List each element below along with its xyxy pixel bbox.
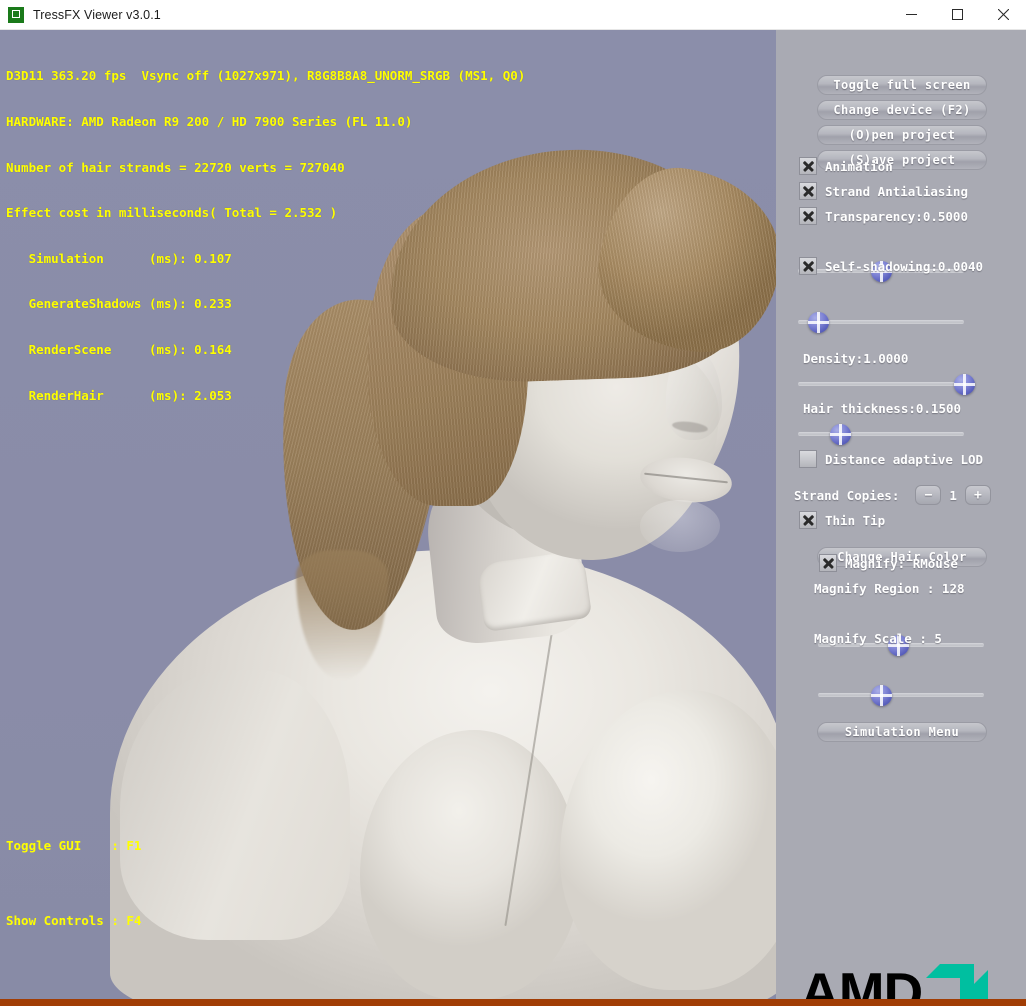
distance-adaptive-lod-row[interactable]: Distance adaptive LOD <box>799 450 983 468</box>
thin-tip-label: Thin Tip <box>825 512 886 528</box>
density-slider-track <box>798 382 964 386</box>
animation-checkbox[interactable] <box>799 157 817 175</box>
character-chin <box>640 500 720 552</box>
open-project-button[interactable]: (O)pen project <box>817 125 987 145</box>
distance-adaptive-lod-label: Distance adaptive LOD <box>825 451 984 467</box>
magnify-region-label: Magnify Region : 128 <box>814 581 965 596</box>
bottom-accent-strip <box>0 999 1026 1006</box>
hotkey-show-controls: Show Controls : F4 <box>6 913 142 928</box>
self-shadowing-slider[interactable] <box>798 312 964 333</box>
application-window: TressFX Viewer v3.0.1 D3D11 363.20 fps V… <box>0 0 1026 1006</box>
thin-tip-checkbox[interactable] <box>799 511 817 529</box>
magnify-row[interactable]: Magnify: RMouse <box>819 554 958 572</box>
close-button[interactable] <box>980 0 1026 30</box>
tressfx-app-icon <box>8 6 24 23</box>
hud-line-0: D3D11 363.20 fps Vsync off (1027x971), R… <box>6 68 526 84</box>
self-shadowing-label: Self-shadowing:0.0040 <box>825 258 984 274</box>
title-bar: TressFX Viewer v3.0.1 <box>0 0 1026 30</box>
hud-line-3: Effect cost in milliseconds( Total = 2.5… <box>6 205 338 221</box>
strand-antialiasing-row[interactable]: Strand Antialiasing <box>799 182 968 200</box>
hair-thickness-slider-track <box>798 432 964 436</box>
minimize-icon <box>905 14 917 15</box>
hud-line-7: RenderHair (ms): 2.053 <box>6 387 232 403</box>
client-area: D3D11 363.20 fps Vsync off (1027x971), R… <box>0 30 1026 1006</box>
transparency-checkbox[interactable] <box>799 207 817 225</box>
self-shadowing-slider-knob[interactable] <box>807 312 829 333</box>
magnify-label: Magnify: RMouse <box>845 555 958 571</box>
magnify-scale-label: Magnify Scale : 5 <box>814 631 942 646</box>
strand-copies-row: Strand Copies: − 1 + <box>794 485 991 505</box>
control-panel: Toggle full screen Change device (F2) (O… <box>776 30 1026 999</box>
toggle-full-screen-button[interactable]: Toggle full screen <box>817 75 987 95</box>
hair-thickness-slider-knob[interactable] <box>829 424 851 445</box>
hair-thickness-slider[interactable] <box>798 424 964 445</box>
hud-line-2: Number of hair strands = 22720 verts = 7… <box>6 159 345 175</box>
magnify-scale-slider[interactable] <box>818 685 984 706</box>
magnify-scale-slider-knob[interactable] <box>871 685 893 706</box>
hud-line-6: RenderScene (ms): 0.164 <box>6 342 232 358</box>
hud-line-5: GenerateShadows (ms): 0.233 <box>6 296 232 312</box>
density-slider-knob[interactable] <box>954 374 975 395</box>
simulation-menu-button[interactable]: Simulation Menu <box>817 722 987 742</box>
transparency-row[interactable]: Transparency:0.5000 <box>799 207 968 225</box>
thin-tip-row[interactable]: Thin Tip <box>799 511 885 529</box>
hud-hotkeys-overlay: Toggle GUI : F1 Show Controls : F4 <box>6 783 141 983</box>
density-slider[interactable] <box>798 374 975 395</box>
animation-row[interactable]: Animation <box>799 157 893 175</box>
density-label: Density:1.0000 <box>803 351 909 366</box>
hud-line-1: HARDWARE: AMD Radeon R9 200 / HD 7900 Se… <box>6 114 413 130</box>
strand-antialiasing-checkbox[interactable] <box>799 182 817 200</box>
strand-copies-label: Strand Copies: <box>794 487 900 503</box>
distance-adaptive-lod-checkbox[interactable] <box>799 450 817 468</box>
change-device-button[interactable]: Change device (F2) <box>817 100 987 120</box>
animation-label: Animation <box>825 158 893 174</box>
character-shoulder-left <box>120 670 350 940</box>
strand-copies-increment-button[interactable]: + <box>964 485 991 505</box>
window-title: TressFX Viewer v3.0.1 <box>33 7 161 22</box>
self-shadowing-checkbox[interactable] <box>799 257 817 275</box>
strand-copies-value: 1 <box>949 487 957 503</box>
close-icon <box>997 9 1009 20</box>
hotkey-toggle-gui: Toggle GUI : F1 <box>6 838 142 853</box>
hud-line-4: Simulation (ms): 0.107 <box>6 250 232 266</box>
hair-thickness-label: Hair thickness:0.1500 <box>803 401 962 416</box>
minimize-button[interactable] <box>888 0 934 30</box>
magnify-scale-slider-track <box>818 693 984 697</box>
render-viewport[interactable]: D3D11 363.20 fps Vsync off (1027x971), R… <box>0 30 776 999</box>
magnify-checkbox[interactable] <box>819 554 837 572</box>
strand-copies-decrement-button[interactable]: − <box>915 485 942 505</box>
maximize-icon <box>951 9 963 20</box>
strand-antialiasing-label: Strand Antialiasing <box>825 183 968 199</box>
self-shadowing-row[interactable]: Self-shadowing:0.0040 <box>799 257 983 275</box>
transparency-label: Transparency:0.5000 <box>825 208 968 224</box>
maximize-button[interactable] <box>934 0 980 30</box>
hud-stats-overlay: D3D11 363.20 fps Vsync off (1027x971), R… <box>6 38 525 433</box>
